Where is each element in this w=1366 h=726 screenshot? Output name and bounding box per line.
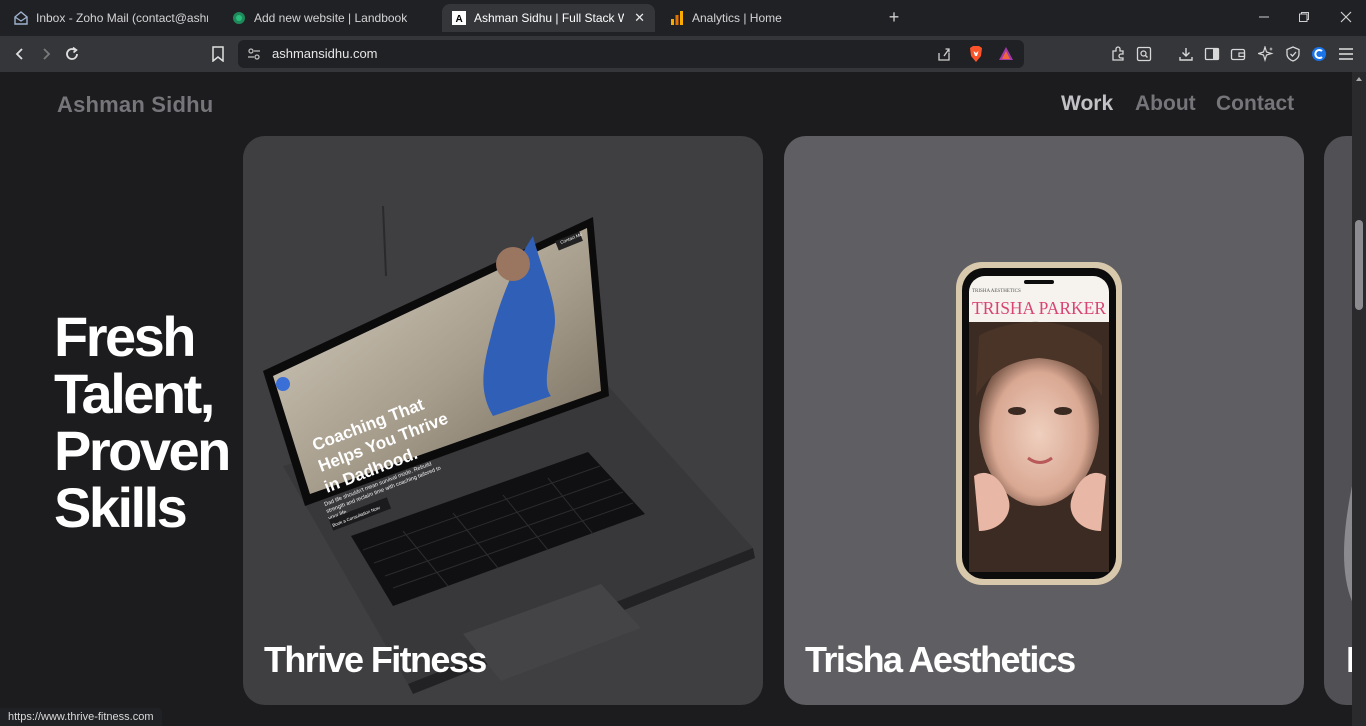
sidebar-icon[interactable] bbox=[1200, 42, 1224, 66]
hero-line: Proven bbox=[54, 419, 231, 482]
page-scrollbar[interactable] bbox=[1352, 72, 1366, 726]
mockup-headline: TRISHA PARKER bbox=[972, 298, 1106, 318]
tab-label: Inbox - Zoho Mail (contact@ashmansidhu.c… bbox=[36, 11, 208, 25]
hero-line: Talent, bbox=[54, 362, 215, 425]
svg-text:A: A bbox=[456, 14, 463, 25]
brave-shields-icon[interactable] bbox=[966, 44, 986, 64]
tab-label: Add new website | Landbook bbox=[254, 11, 408, 25]
scrollbar-thumb[interactable] bbox=[1355, 220, 1363, 310]
scroll-up-arrow-icon[interactable] bbox=[1352, 72, 1366, 86]
back-button[interactable] bbox=[8, 42, 32, 66]
nav-about[interactable]: About bbox=[1135, 92, 1196, 116]
close-window-button[interactable] bbox=[1326, 0, 1366, 34]
leo-ai-icon[interactable] bbox=[1254, 42, 1278, 66]
hero-heading: Fresh Talent, Proven Skills bbox=[54, 308, 244, 536]
project-card-next[interactable]: I bbox=[1324, 136, 1352, 705]
project-card-trisha-aesthetics[interactable]: TRISHA AESTHETICS TRISHA PARKER Trisha A… bbox=[784, 136, 1304, 705]
hero-line: Skills bbox=[54, 476, 188, 539]
share-icon[interactable] bbox=[934, 44, 954, 64]
wallet-icon[interactable] bbox=[1226, 42, 1250, 66]
link-status-bar: https://www.thrive-fitness.com bbox=[0, 708, 162, 726]
minimize-button[interactable] bbox=[1244, 0, 1284, 34]
bookmark-icon[interactable] bbox=[206, 42, 230, 66]
tab-analytics[interactable]: Analytics | Home bbox=[660, 4, 874, 32]
forward-button[interactable] bbox=[34, 42, 58, 66]
menu-icon[interactable] bbox=[1334, 42, 1358, 66]
tab-ashman-sidhu[interactable]: A Ashman Sidhu | Full Stack Web Develope… bbox=[442, 4, 655, 32]
project-card-thrive-fitness[interactable]: Contact Me Coaching That Helps You Thriv… bbox=[243, 136, 763, 705]
nav-contact[interactable]: Contact bbox=[1216, 92, 1294, 116]
restore-button[interactable] bbox=[1284, 0, 1324, 34]
brave-rewards-icon[interactable] bbox=[996, 44, 1016, 64]
site-a-icon: A bbox=[452, 11, 466, 25]
landbook-icon bbox=[232, 11, 246, 25]
tab-label: Ashman Sidhu | Full Stack Web Developer bbox=[474, 11, 624, 25]
project-title: Thrive Fitness bbox=[264, 639, 487, 680]
new-tab-button[interactable]: + bbox=[884, 6, 904, 28]
device-mockup-partial bbox=[1344, 486, 1352, 602]
vpn-shield-icon[interactable] bbox=[1281, 42, 1305, 66]
site-settings-icon[interactable] bbox=[244, 44, 264, 64]
tab-landbook[interactable]: Add new website | Landbook bbox=[222, 4, 436, 32]
web-page: Ashman Sidhu Work About Contact Fresh Ta… bbox=[0, 72, 1352, 726]
address-bar[interactable]: ashmansidhu.com bbox=[238, 40, 1024, 68]
analytics-icon bbox=[670, 11, 684, 25]
nav-work[interactable]: Work bbox=[1061, 92, 1113, 116]
project-title: Trisha Aesthetics bbox=[805, 639, 1076, 680]
laptop-mockup: Contact Me Coaching That Helps You Thriv… bbox=[263, 205, 755, 694]
tab-zoho-mail[interactable]: Inbox - Zoho Mail (contact@ashmansidhu.c… bbox=[4, 4, 218, 32]
page-search-icon[interactable] bbox=[1132, 42, 1156, 66]
phone-mockup: TRISHA AESTHETICS TRISHA PARKER bbox=[956, 262, 1122, 585]
tab-label: Analytics | Home bbox=[692, 11, 782, 25]
hero-line: Fresh bbox=[54, 305, 197, 368]
address-text: ashmansidhu.com bbox=[272, 46, 378, 61]
profile-extension-icon[interactable] bbox=[1307, 42, 1331, 66]
mockup-small-brand: TRISHA AESTHETICS bbox=[972, 289, 1021, 294]
close-tab-icon[interactable]: ✕ bbox=[628, 10, 645, 26]
mail-icon bbox=[14, 11, 28, 25]
browser-toolbar: ashmansidhu.com bbox=[0, 36, 1366, 72]
site-brand[interactable]: Ashman Sidhu bbox=[57, 92, 213, 118]
tab-strip: Inbox - Zoho Mail (contact@ashmansidhu.c… bbox=[0, 0, 1366, 36]
extensions-icon[interactable] bbox=[1106, 42, 1130, 66]
download-icon[interactable] bbox=[1174, 42, 1198, 66]
reload-button[interactable] bbox=[60, 42, 84, 66]
